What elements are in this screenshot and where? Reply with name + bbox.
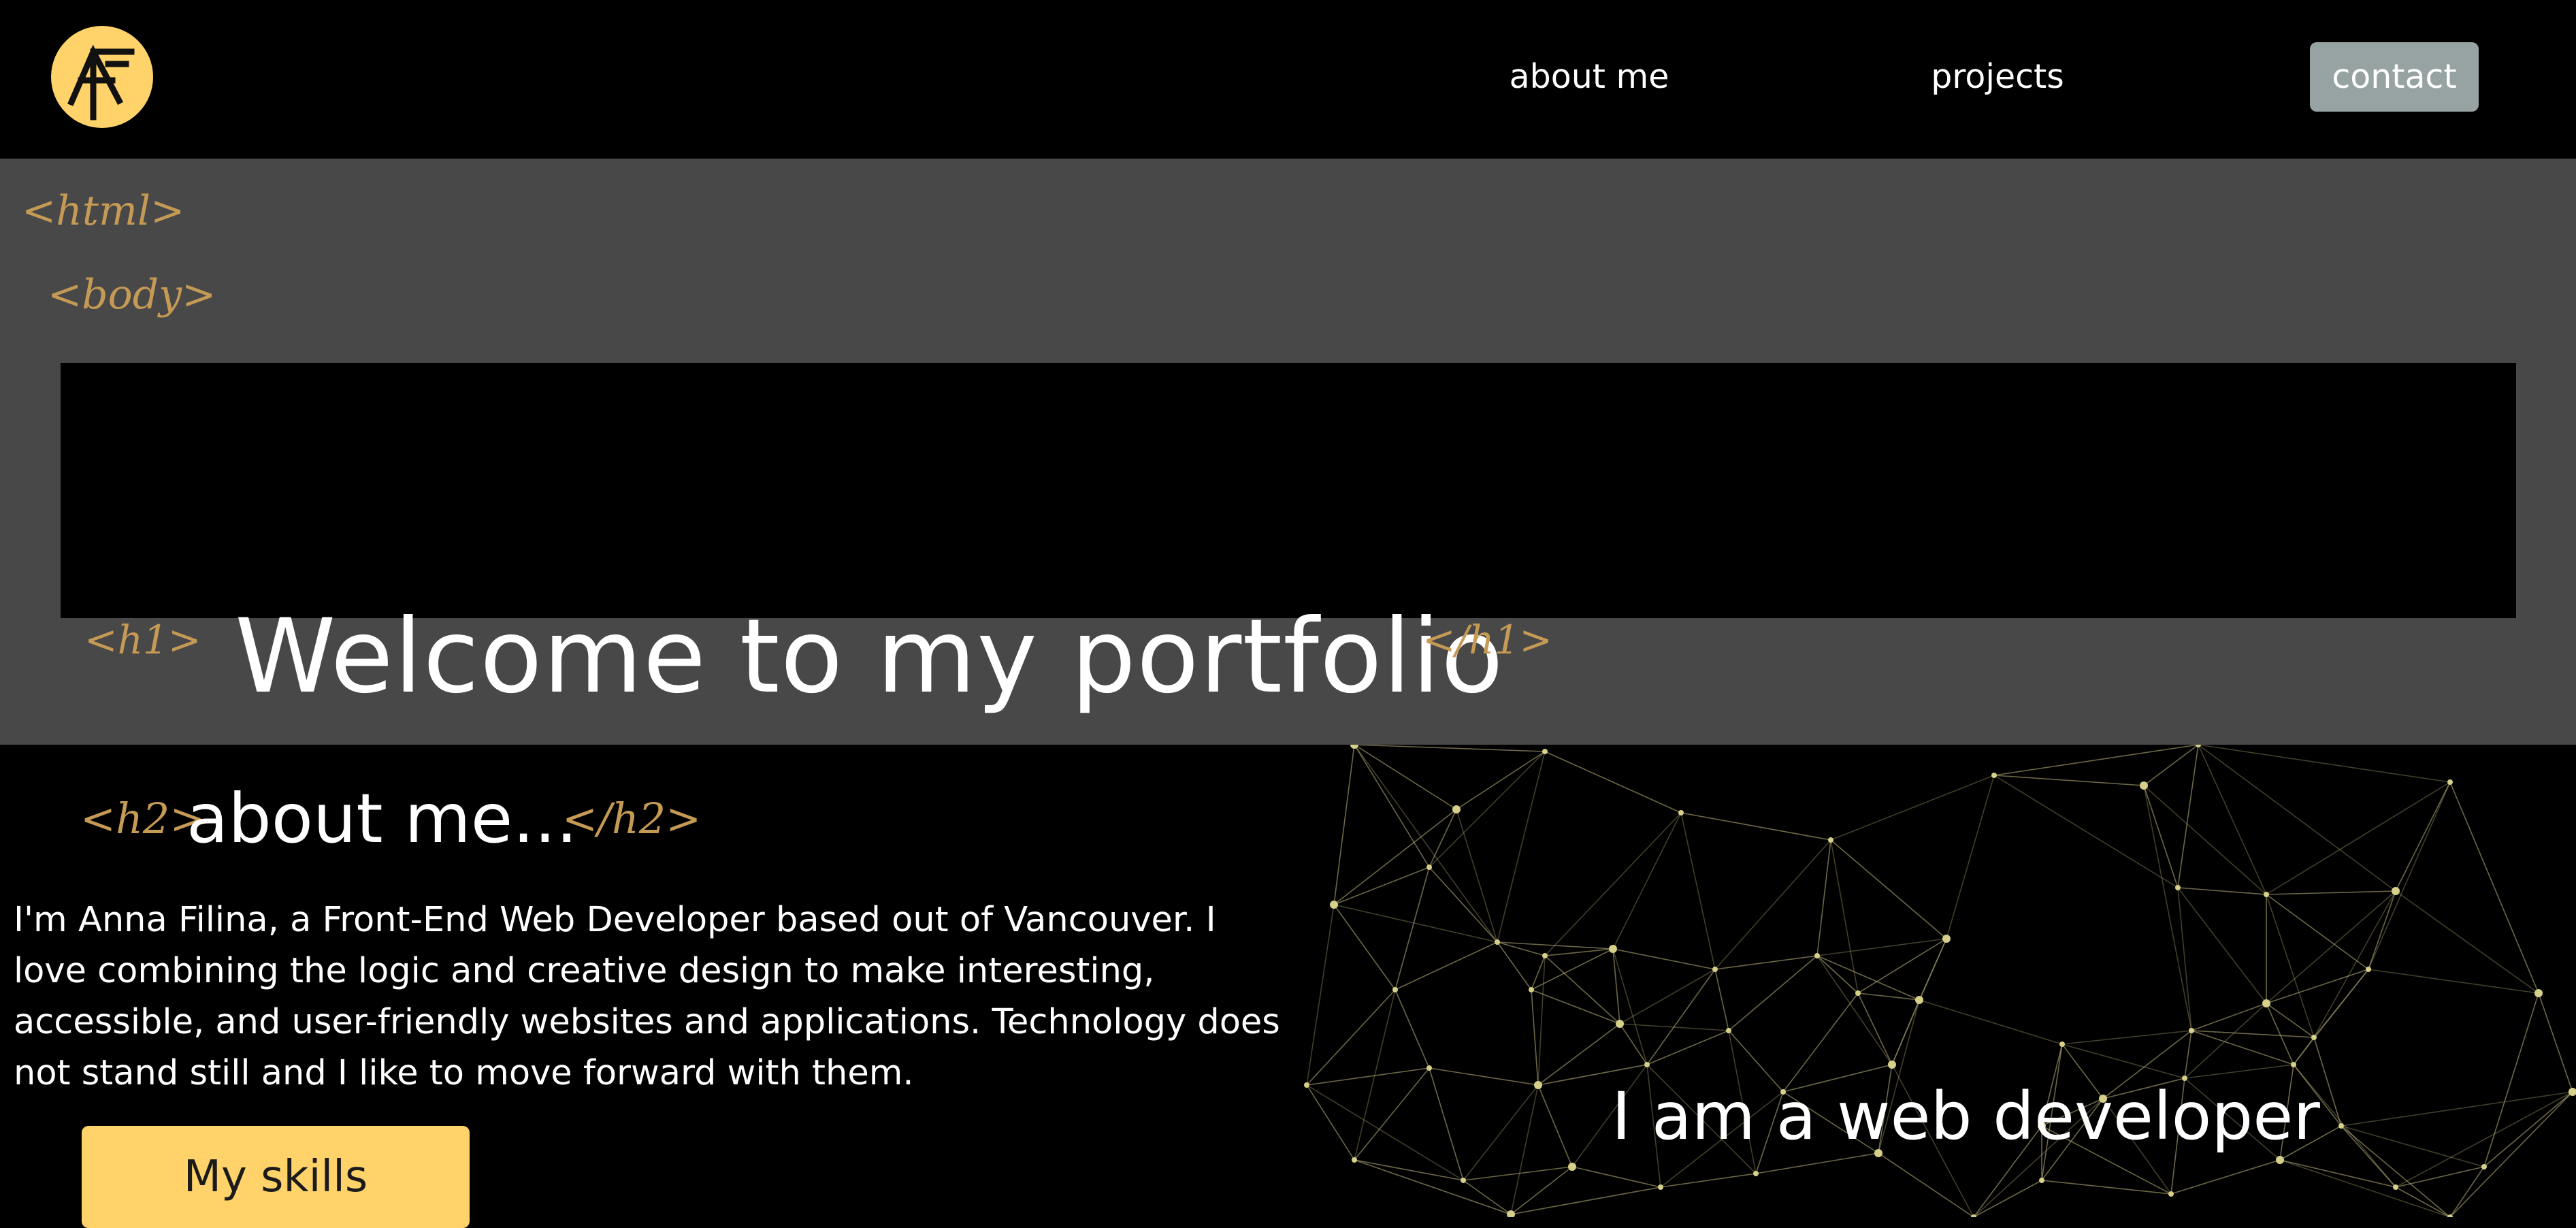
h2-close-tag-decoration: </h2> [562,794,702,843]
web-developer-tagline: I am a web developer [1612,1078,2320,1154]
nav-contact-button[interactable]: contact [2310,42,2479,112]
h1-open-tag-decoration: <h1> [84,617,201,663]
page-title: Welcome to my portfolio [235,598,1504,716]
h1-close-tag-decoration: </h1> [1422,617,1552,663]
my-skills-button[interactable]: My skills [82,1126,470,1228]
nav-projects[interactable]: projects [1892,42,2103,112]
nav-about-me[interactable]: about me [1484,42,1695,112]
af-logo-icon[interactable] [51,26,153,128]
about-title: about me... [186,779,578,858]
hero-title-box [61,363,2516,618]
html-tag-decoration: <html> [22,187,185,235]
body-tag-decoration: <body> [48,271,216,319]
hero-section: <html> <body> <h1> Welcome to my portfol… [0,159,2576,745]
about-section: <h2> about me... </h2> I'm Anna Filina, … [0,741,2576,1228]
about-description: I'm Anna Filina, a Front-End Web Develop… [14,900,1280,1093]
site-header: about me projects contact [0,0,2576,159]
